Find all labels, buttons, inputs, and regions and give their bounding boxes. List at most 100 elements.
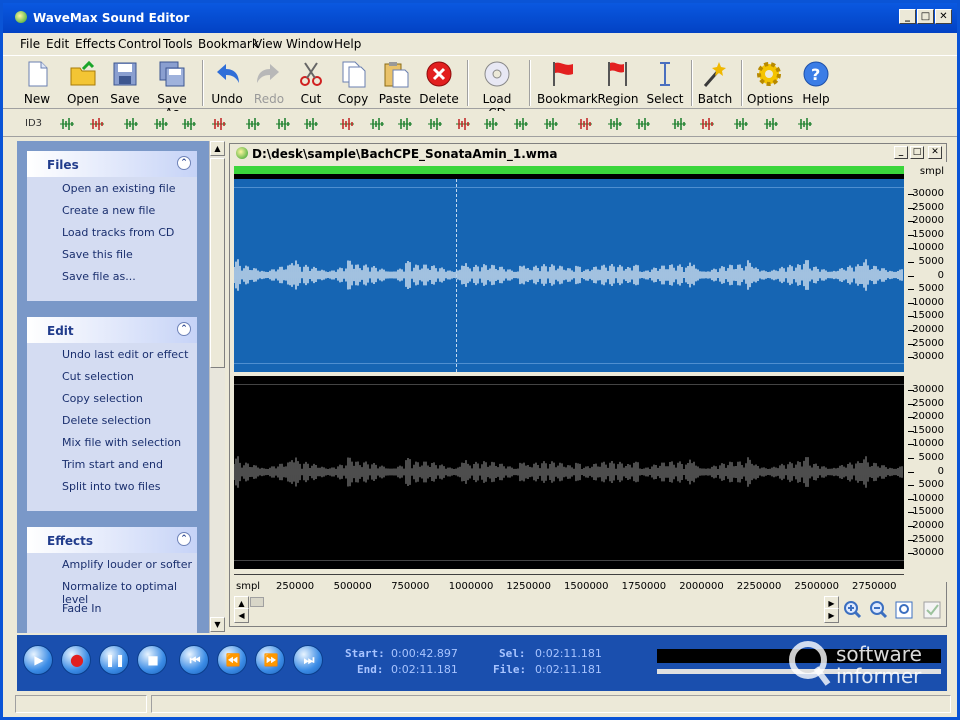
- task-split[interactable]: Split into two files: [27, 475, 197, 497]
- effect-tool-icon[interactable]: [211, 116, 227, 132]
- menu-window[interactable]: Window: [286, 37, 333, 51]
- redo-button[interactable]: Redo: [251, 58, 287, 106]
- options-button[interactable]: Options: [747, 58, 793, 106]
- pause-button[interactable]: ❚❚: [99, 645, 129, 675]
- paste-button[interactable]: Paste: [377, 58, 413, 106]
- files-group-header[interactable]: Files ⌃: [27, 151, 197, 177]
- delete-button[interactable]: Delete: [419, 58, 459, 106]
- menu-help[interactable]: Help: [334, 37, 361, 51]
- effect-tool-icon[interactable]: [89, 116, 105, 132]
- minimize-button[interactable]: _: [899, 9, 916, 24]
- undo-button[interactable]: Undo: [209, 58, 245, 106]
- menu-file[interactable]: File: [20, 37, 40, 51]
- selection-bar[interactable]: [234, 166, 904, 174]
- rewind-button[interactable]: ⏪: [217, 645, 247, 675]
- task-copy[interactable]: Copy selection: [27, 387, 197, 409]
- menu-control[interactable]: Control: [118, 37, 161, 51]
- horizontal-scrollbar[interactable]: ▲ ◀ ▶ ▶: [234, 596, 840, 624]
- task-delete[interactable]: Delete selection: [27, 409, 197, 431]
- save-button[interactable]: Save: [107, 58, 143, 106]
- task-create-file[interactable]: Create a new file: [27, 199, 197, 221]
- task-trim[interactable]: Trim start and end: [27, 453, 197, 475]
- close-button[interactable]: ✕: [935, 9, 952, 24]
- effect-tool-icon[interactable]: [397, 116, 413, 132]
- zoom-fit-icon[interactable]: [894, 600, 914, 620]
- effect-tool-icon[interactable]: [671, 116, 687, 132]
- id3-button[interactable]: ID3: [25, 118, 42, 129]
- menu-tools[interactable]: Tools: [163, 37, 193, 51]
- document-title-bar[interactable]: D:\desk\sample\BachCPE_SonataAmin_1.wma …: [230, 144, 946, 162]
- doc-minimize-button[interactable]: _: [894, 146, 908, 159]
- task-undo[interactable]: Undo last edit or effect: [27, 343, 197, 365]
- task-fade-in[interactable]: Fade In: [27, 597, 197, 619]
- task-save-file[interactable]: Save this file: [27, 243, 197, 265]
- scroll-down-icon[interactable]: ▼: [210, 617, 225, 632]
- hscroll-thumb[interactable]: [250, 597, 264, 607]
- title-bar[interactable]: WaveMax Sound Editor _ □ ✕: [3, 3, 957, 33]
- fast-forward-button[interactable]: ⏩: [255, 645, 285, 675]
- effect-tool-icon[interactable]: [303, 116, 319, 132]
- effect-tool-icon[interactable]: [123, 116, 139, 132]
- task-mix[interactable]: Mix file with selection: [27, 431, 197, 453]
- waveform-track-left[interactable]: [234, 179, 904, 372]
- effect-tool-icon[interactable]: [339, 116, 355, 132]
- go-end-button[interactable]: ⏭: [293, 645, 323, 675]
- task-amplify[interactable]: Amplify louder or softer: [27, 553, 197, 575]
- waveform-track-right[interactable]: [234, 376, 904, 569]
- effect-tool-icon[interactable]: [245, 116, 261, 132]
- open-button[interactable]: Open: [65, 58, 101, 106]
- effect-tool-icon[interactable]: [483, 116, 499, 132]
- effect-tool-icon[interactable]: [513, 116, 529, 132]
- effect-tool-icon[interactable]: [577, 116, 593, 132]
- effect-tool-icon[interactable]: [369, 116, 385, 132]
- effect-tool-icon[interactable]: [699, 116, 715, 132]
- play-button[interactable]: ▶: [23, 645, 53, 675]
- scroll-thumb[interactable]: [210, 158, 225, 368]
- zoom-out-icon[interactable]: [868, 600, 888, 620]
- effect-tool-icon[interactable]: [763, 116, 779, 132]
- edit-group-header[interactable]: Edit ⌃: [27, 317, 197, 343]
- effect-tool-icon[interactable]: [59, 116, 75, 132]
- maximize-button[interactable]: □: [917, 9, 934, 24]
- region-button[interactable]: Region: [597, 58, 639, 106]
- collapse-chevron-icon[interactable]: ⌃: [177, 532, 191, 546]
- menu-view[interactable]: View: [254, 37, 282, 51]
- effect-tool-icon[interactable]: [455, 116, 471, 132]
- effect-tool-icon[interactable]: [153, 116, 169, 132]
- copy-button[interactable]: Copy: [335, 58, 371, 106]
- bookmark-button[interactable]: Bookmark: [537, 58, 598, 106]
- task-cut[interactable]: Cut selection: [27, 365, 197, 387]
- effect-tool-icon[interactable]: [635, 116, 651, 132]
- doc-close-button[interactable]: ✕: [928, 146, 942, 159]
- effect-tool-icon[interactable]: [181, 116, 197, 132]
- menu-bookmark[interactable]: Bookmark: [198, 37, 259, 51]
- new-button[interactable]: New: [19, 58, 55, 106]
- zoom-in-icon[interactable]: [842, 600, 862, 620]
- cut-button[interactable]: Cut: [293, 58, 329, 106]
- menu-effects[interactable]: Effects: [75, 37, 116, 51]
- task-load-cd[interactable]: Load tracks from CD: [27, 221, 197, 243]
- effect-tool-icon[interactable]: [607, 116, 623, 132]
- effect-tool-icon[interactable]: [733, 116, 749, 132]
- collapse-chevron-icon[interactable]: ⌃: [177, 156, 191, 170]
- menu-edit[interactable]: Edit: [46, 37, 69, 51]
- task-normalize[interactable]: Normalize to optimal level: [27, 575, 197, 606]
- effect-tool-icon[interactable]: [797, 116, 813, 132]
- scroll-up-icon[interactable]: ▲: [210, 141, 225, 156]
- select-button[interactable]: Select: [645, 58, 685, 106]
- record-button[interactable]: ●: [61, 645, 91, 675]
- stop-button[interactable]: ■: [137, 645, 167, 675]
- go-start-button[interactable]: ⏮: [179, 645, 209, 675]
- effects-group-header[interactable]: Effects ⌃: [27, 527, 197, 553]
- task-panel-scrollbar[interactable]: ▲ ▼: [209, 141, 225, 633]
- task-open-file[interactable]: Open an existing file: [27, 177, 197, 199]
- task-save-as[interactable]: Save file as...: [27, 265, 197, 287]
- scroll-left-lower-icon[interactable]: ◀: [234, 608, 249, 623]
- effect-tool-icon[interactable]: [543, 116, 559, 132]
- doc-maximize-button[interactable]: □: [910, 146, 924, 159]
- batch-button[interactable]: Batch: [697, 58, 733, 106]
- help-button[interactable]: ? Help: [799, 58, 833, 106]
- scroll-right-icon[interactable]: ▶: [824, 608, 839, 623]
- zoom-selection-icon[interactable]: [922, 600, 942, 620]
- effect-tool-icon[interactable]: [275, 116, 291, 132]
